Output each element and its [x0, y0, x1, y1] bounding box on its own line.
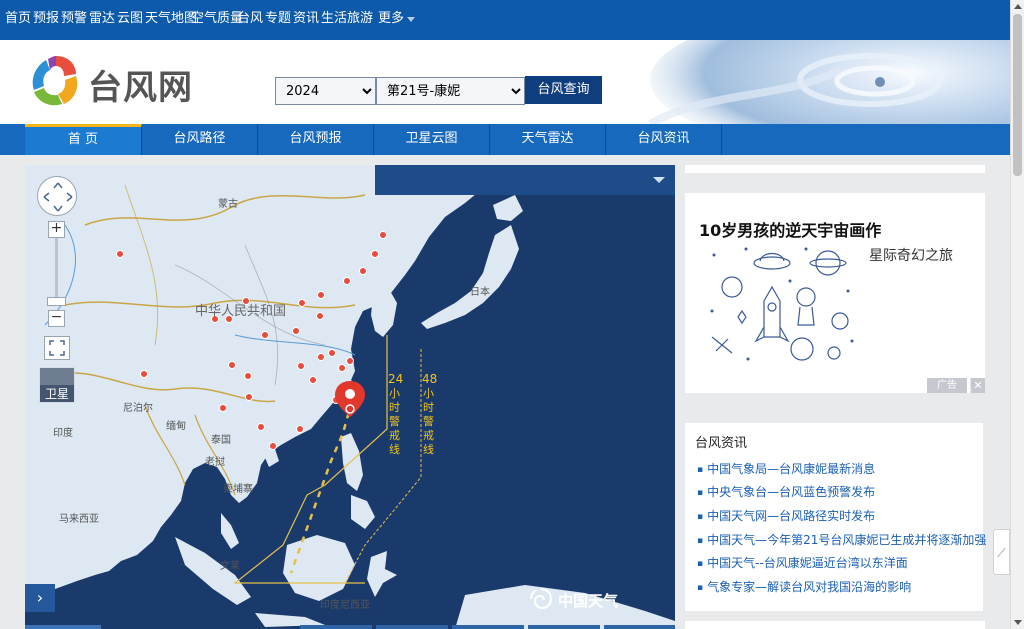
back-to-top-button[interactable]: ⟋: [993, 529, 1010, 575]
zoom-in-button[interactable]: +: [48, 221, 65, 238]
scroll-down-arrow-icon[interactable]: [1014, 620, 1022, 625]
typhoon-query-button[interactable]: 台风查询: [525, 76, 602, 104]
news-link[interactable]: 中国天气--台风康妮逼近台湾以东洋面: [697, 554, 908, 571]
tab-satellite-cloud[interactable]: 卫星云图: [374, 124, 490, 155]
topnav-topics[interactable]: 专题: [265, 0, 291, 40]
page-scrollbar[interactable]: [1010, 0, 1024, 629]
topnav-warning[interactable]: 预警: [61, 0, 87, 40]
svg-text:时: 时: [423, 401, 434, 414]
topnav-typhoon[interactable]: 台风: [237, 0, 263, 40]
tab-home[interactable]: 首 页: [25, 124, 142, 155]
storm-select[interactable]: 第21号-康妮: [376, 77, 525, 105]
ad-strip: [685, 165, 985, 173]
label-china: 中华人民共和国: [195, 304, 286, 319]
ad-image[interactable]: [702, 241, 858, 369]
chevron-right-icon: ›: [36, 588, 44, 607]
advertisement[interactable]: 10岁男孩的逆天宇宙画作 星际奇幻之旅 广告 ✕: [685, 193, 985, 393]
zoom-out-button[interactable]: −: [48, 310, 65, 327]
scroll-up-arrow-icon[interactable]: [1014, 4, 1022, 9]
map-layer-dropdown[interactable]: [375, 165, 675, 195]
news-link[interactable]: 中国气象局—台风康妮最新消息: [697, 460, 875, 477]
topnav-home[interactable]: 首页: [5, 0, 31, 40]
label-brunei: 文莱: [220, 559, 240, 572]
topnav-more[interactable]: 更多: [378, 0, 404, 40]
news-panel-title: 台风资讯: [695, 436, 748, 451]
ad-close-button[interactable]: ✕: [970, 378, 985, 393]
label-nepal: 尼泊尔: [123, 401, 153, 414]
news-link[interactable]: 中央气象台—台风蓝色预警发布: [697, 483, 875, 500]
label-thailand: 泰国: [211, 433, 231, 446]
arrow-up-icon: ⟋: [997, 546, 1006, 560]
ad-side-text[interactable]: 星际奇幻之旅: [869, 245, 953, 265]
topnav-life-travel[interactable]: 生活旅游: [321, 0, 373, 40]
typhoon-news-panel: 台风资讯 中国气象局—台风康妮最新消息 中央气象台—台风蓝色预警发布 中国天气网…: [685, 423, 986, 611]
scrollbar-thumb[interactable]: [1013, 14, 1022, 176]
topnav-news[interactable]: 资讯: [293, 0, 319, 40]
topnav-cloud[interactable]: 云图: [117, 0, 143, 40]
svg-text:警: 警: [423, 414, 434, 428]
typhoon-logo-icon: [32, 56, 78, 106]
news-link[interactable]: 气象专家—解读台风对我国沿海的影响: [697, 578, 911, 595]
top-navigation: 首页 预报 预警 雷达 云图 天气地图 空气质量 台风 专题 资讯 生活旅游 更…: [0, 0, 1010, 40]
fullscreen-icon: [49, 340, 65, 356]
china-weather-logo-icon: [529, 587, 553, 610]
typhoon-banner-image: [630, 40, 1010, 124]
chevron-down-icon: [653, 177, 665, 183]
svg-text:小: 小: [389, 387, 400, 400]
expand-panel-button[interactable]: ›: [25, 584, 55, 612]
tab-typhoon-track[interactable]: 台风路径: [142, 124, 258, 155]
year-select[interactable]: 2024: [275, 77, 376, 105]
pan-control[interactable]: [37, 176, 77, 216]
map-bottom-tab[interactable]: [376, 625, 448, 629]
svg-text:线: 线: [389, 442, 400, 456]
label-india: 印度: [53, 426, 73, 439]
satellite-layer-button[interactable]: 卫星: [39, 367, 75, 403]
topnav-air-quality[interactable]: 空气质量: [191, 0, 243, 40]
map-bottom-tab[interactable]: [452, 625, 524, 629]
svg-text:线: 线: [423, 442, 434, 456]
header: 台风网 2024 第21号-康妮 台风查询: [0, 40, 1010, 124]
svg-text:24: 24: [388, 372, 403, 386]
fullscreen-button[interactable]: [44, 336, 70, 360]
map-bottom-tab[interactable]: [25, 625, 101, 629]
tab-typhoon-news[interactable]: 台风资讯: [606, 124, 722, 155]
tab-typhoon-forecast[interactable]: 台风预报: [258, 124, 374, 155]
svg-text:时: 时: [389, 401, 400, 414]
warning-line-24-label: 小时警戒线: [389, 387, 400, 456]
news-link[interactable]: 中国天气—今年第21号台风康妮已生成并将逐渐加强: [697, 531, 986, 548]
svg-text:警: 警: [389, 414, 400, 428]
map-canvas: 蒙古 中华人民共和国 尼泊尔 缅甸 老挝 印度 泰国 柬埔寨 日本 马来西亚 文…: [25, 165, 675, 629]
warning-line-48-label: 小时警戒线: [423, 387, 434, 456]
main-navigation: 首 页 台风路径 台风预报 卫星云图 天气雷达 台风资讯: [0, 124, 1010, 155]
topnav-radar[interactable]: 雷达: [89, 0, 115, 40]
ad-label: 广告: [927, 378, 967, 393]
label-malaysia: 马来西亚: [59, 513, 99, 525]
site-logo-text: 台风网: [88, 68, 193, 108]
zoom-slider-thumb[interactable]: [47, 297, 66, 306]
zoom-slider-track[interactable]: [55, 238, 58, 298]
map-bottom-tab[interactable]: [300, 625, 372, 629]
label-laos: 老挝: [205, 455, 225, 468]
map-bottom-tab[interactable]: [604, 625, 675, 629]
map-bottom-tab[interactable]: [528, 625, 600, 629]
pan-arrows-icon: [43, 182, 73, 212]
panel-bottom-strip: [685, 621, 985, 629]
svg-text:小: 小: [423, 387, 434, 400]
topnav-forecast[interactable]: 预报: [33, 0, 59, 40]
chevron-down-icon: [407, 17, 415, 22]
label-indonesia: 印度尼西亚: [320, 598, 370, 611]
svg-text:戒: 戒: [389, 429, 400, 442]
typhoon-map[interactable]: 蒙古 中华人民共和国 尼泊尔 缅甸 老挝 印度 泰国 柬埔寨 日本 马来西亚 文…: [25, 165, 675, 629]
svg-text:戒: 戒: [423, 429, 434, 442]
svg-text:48: 48: [422, 372, 437, 386]
label-mongolia: 蒙古: [218, 197, 238, 210]
label-myanmar: 缅甸: [166, 419, 186, 432]
news-link[interactable]: 中国天气网—台风路径实时发布: [697, 507, 875, 524]
tab-weather-radar[interactable]: 天气雷达: [490, 124, 606, 155]
ad-title[interactable]: 10岁男孩的逆天宇宙画作: [699, 217, 881, 241]
label-cambodia: 柬埔寨: [223, 482, 253, 495]
satellite-label: 卫星: [40, 385, 74, 402]
topnav-weather-map[interactable]: 天气地图: [145, 0, 197, 40]
label-japan: 日本: [470, 285, 490, 298]
